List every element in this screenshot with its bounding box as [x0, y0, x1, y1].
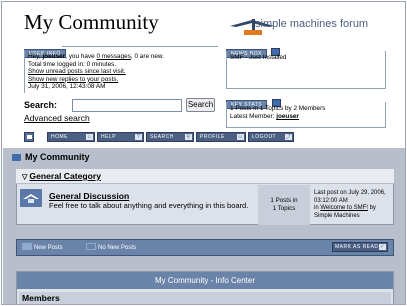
mark-as-read-button[interactable]: MARK AS READ ✓ — [332, 242, 388, 252]
collapse-arrow-icon — [27, 135, 32, 139]
collapse-triangle-icon[interactable]: ▽ — [22, 174, 27, 181]
nav-home-label: HOME — [51, 134, 68, 140]
greeting-prefix: Hey, — [28, 53, 43, 60]
legend-new-posts: New Posts — [22, 243, 63, 251]
checkmark-icon: ✓ — [379, 244, 386, 250]
page-frame: My Community simple machines forum USER … — [1, 1, 406, 305]
board-name: General Discussion — [49, 191, 129, 201]
board-topics: 1 Topics — [272, 205, 296, 212]
nav-logout[interactable]: LOGOUT ⤴ — [248, 132, 294, 142]
logo-text: simple machines forum — [255, 18, 369, 30]
greeting-mid: , you have — [65, 53, 97, 60]
legend-no-new-posts: No New Posts — [86, 243, 136, 251]
no-new-posts-icon — [86, 243, 96, 250]
last-post-date: Last post on July 29, 2006, — [314, 190, 386, 196]
user-info-divider — [62, 46, 218, 47]
greeting-suffix: , 0 are new. — [130, 53, 164, 60]
legend-no-new-posts-label: No New Posts — [98, 245, 137, 251]
time-logged: Total time logged in: 0 minutes. — [28, 60, 117, 68]
nav-profile-label: PROFILE — [200, 134, 225, 140]
board-description: Feel free to talk about anything and eve… — [49, 201, 249, 210]
latest-member-link[interactable]: joeuser — [276, 113, 299, 120]
unread-posts-link[interactable]: Show unread posts since last visit. — [28, 68, 126, 75]
board-stats: 1 Posts in 1 Topics — [258, 185, 310, 225]
site-title: My Community — [24, 10, 159, 34]
messages-link[interactable]: 0 messages — [96, 53, 130, 60]
last-post-author: Simple Machines — [314, 212, 360, 219]
nav-search[interactable]: SEARCH ⚲ — [146, 132, 194, 142]
search-button[interactable]: Search — [186, 98, 215, 112]
nav-home[interactable]: HOME ⌂ — [47, 132, 95, 142]
board-new-posts-icon[interactable] — [20, 189, 42, 207]
info-center-members-heading: Members — [19, 292, 391, 304]
magnifier-icon: ⚲ — [185, 134, 192, 140]
board-link[interactable]: General Discussion — [49, 191, 129, 201]
greeting-line: Hey, joeuser, you have 0 messages, 0 are… — [28, 53, 215, 61]
key-stats-box: 1 Posts in 1 Topics by 2 Members Latest … — [226, 102, 386, 128]
new-posts-icon — [22, 243, 32, 250]
stats-summary: 1 Posts in 1 Topics by 2 Members — [230, 105, 326, 112]
logout-icon: ⤴ — [285, 134, 292, 140]
last-post-info: Last post on July 29, 2006, 03:12:00 AM … — [314, 190, 392, 220]
help-icon: ? — [135, 134, 142, 140]
nav-logout-label: LOGOUT — [252, 134, 277, 140]
last-post-by: by — [367, 205, 376, 212]
nav-collapse-button[interactable] — [24, 132, 34, 142]
latest-member-line: Latest Member: joeuser — [230, 113, 382, 121]
nav-search-label: SEARCH — [150, 134, 174, 140]
last-post-topic-link[interactable]: Welcome to SMF! — [320, 205, 368, 211]
search-label: Search: — [24, 100, 58, 110]
user-info-box: Hey, joeuser, you have 0 messages, 0 are… — [24, 50, 218, 93]
new-replies-link[interactable]: Show new replies to your posts. — [28, 76, 118, 83]
advanced-search-link[interactable]: Advanced search — [24, 113, 90, 123]
current-datetime: July 31, 2006, 12:43:08 AM — [28, 83, 106, 91]
info-center-title: My Community - Info Center — [17, 272, 393, 289]
legend-new-posts-label: New Posts — [34, 245, 63, 251]
last-post-topic-line: in Welcome to SMF! by — [314, 205, 392, 213]
profile-icon: ☺ — [237, 134, 244, 140]
forum-title: My Community — [12, 152, 90, 162]
category-row: ▽ General Category — [16, 169, 394, 184]
forum-title-text: My Community — [25, 152, 90, 162]
board-posts: 1 Posts in — [270, 197, 298, 204]
search-input[interactable] — [72, 99, 182, 112]
username: joeuser — [42, 53, 66, 60]
nav-help[interactable]: HELP? — [97, 132, 144, 142]
mark-as-read-label: MARK AS READ — [335, 244, 379, 250]
nav-profile[interactable]: PROFILE ☺ — [196, 132, 246, 142]
folder-icon — [12, 154, 21, 161]
last-post-time: 03:12:00 AM — [314, 197, 348, 204]
nav-help-label: HELP — [101, 134, 117, 140]
category-link[interactable]: General Category — [29, 171, 101, 181]
latest-member-label: Latest Member: — [230, 113, 277, 120]
news-text: SMF - Just Installed — [230, 54, 287, 61]
main-nav: HOME ⌂ HELP? SEARCH ⚲ PROFILE ☺ LOGOUT ⤴ — [24, 132, 404, 144]
news-box: SMF - Just Installed — [226, 51, 386, 89]
home-icon: ⌂ — [86, 134, 93, 140]
